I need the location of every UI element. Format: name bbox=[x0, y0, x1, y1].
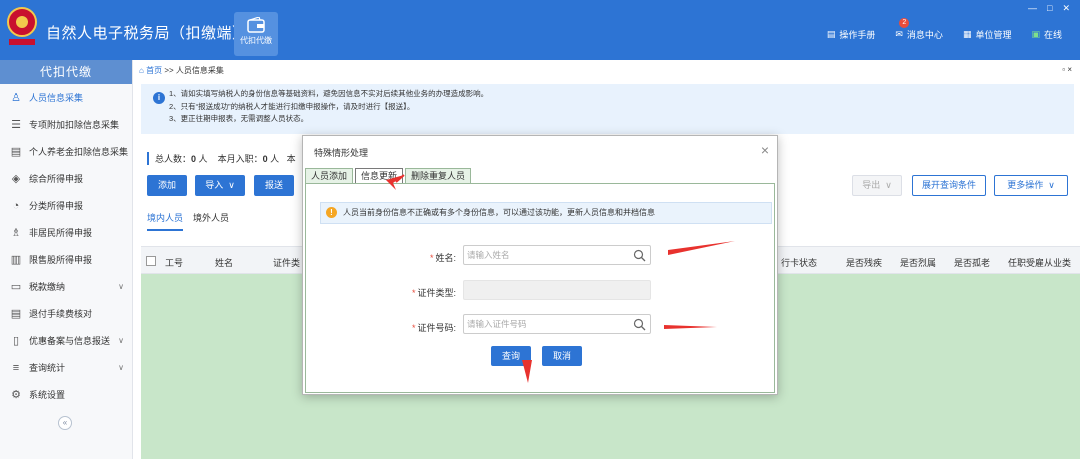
arrow-to-query-button bbox=[522, 360, 532, 383]
arrow-to-id-number-field bbox=[664, 325, 717, 329]
annotation-arrows bbox=[386, 174, 735, 383]
arrow-to-name-field bbox=[668, 241, 735, 255]
